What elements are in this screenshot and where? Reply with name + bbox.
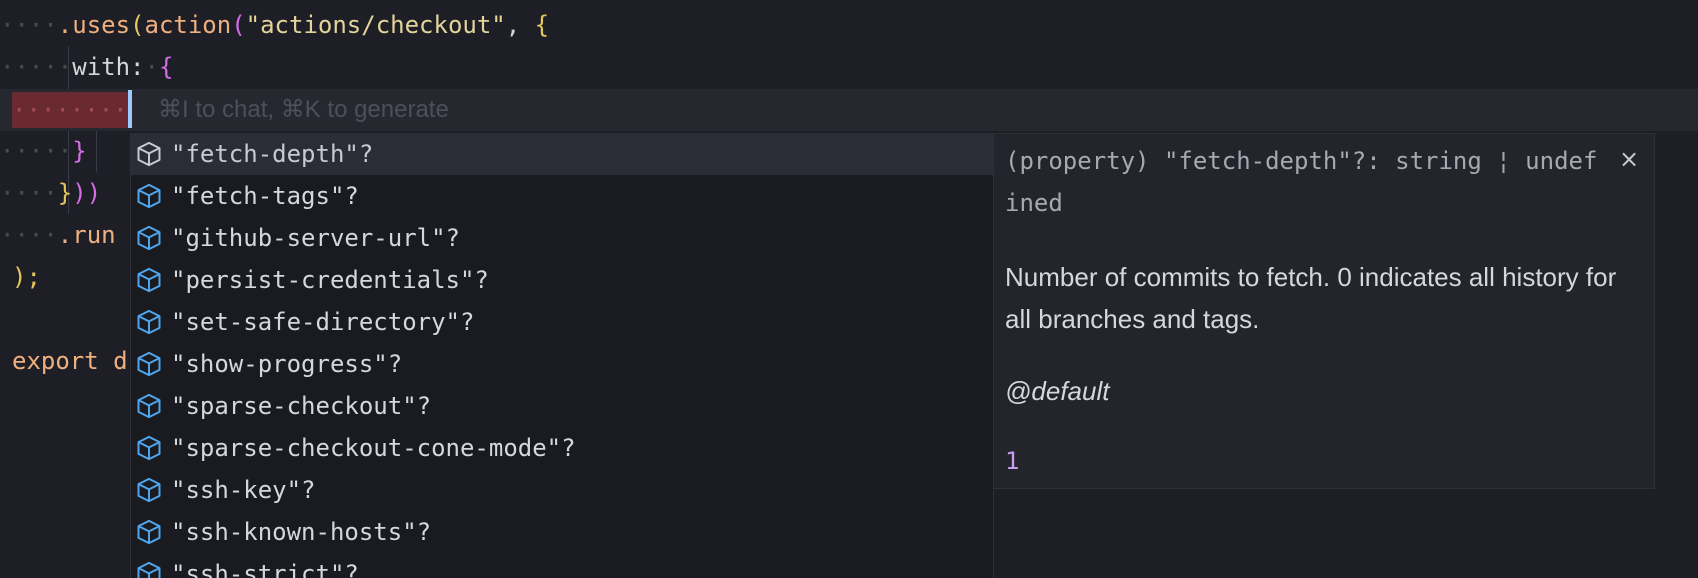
cube-icon xyxy=(135,560,163,578)
cube-icon xyxy=(135,266,163,294)
code-line-7[interactable]: ); xyxy=(12,256,41,298)
punctuation: , xyxy=(505,11,535,39)
cube-icon xyxy=(135,182,163,210)
suggestion-item[interactable]: "github-server-url"? xyxy=(131,217,993,259)
close-icon[interactable]: × xyxy=(1614,144,1644,174)
autocomplete-list[interactable]: "fetch-depth"? "fetch-tags"? "github-serve… xyxy=(130,133,994,578)
suggestion-item[interactable]: "persist-credentials"? xyxy=(131,259,993,301)
identifier: d xyxy=(98,347,128,375)
cube-icon xyxy=(135,224,163,252)
suggestion-label: "ssh-strict"? xyxy=(171,560,359,578)
property-key: with: xyxy=(72,53,145,81)
suggestion-label: "set-safe-directory"? xyxy=(171,308,475,336)
suggestion-label: "ssh-known-hosts"? xyxy=(171,518,432,546)
cube-icon xyxy=(135,392,163,420)
whitespace-dots: ···· xyxy=(0,179,58,207)
bracket: )) xyxy=(72,179,102,207)
cube-icon xyxy=(135,518,163,546)
suggestion-details-panel: (property) "fetch-depth"?: string ¦ unde… xyxy=(993,133,1655,489)
bracket: } xyxy=(72,137,87,165)
keyword: export xyxy=(12,347,99,375)
suggestion-label: "sparse-checkout"? xyxy=(171,392,432,420)
cube-icon xyxy=(135,476,163,504)
string-literal: "actions/checkout" xyxy=(245,11,506,39)
bracket: { xyxy=(158,53,174,81)
cube-icon xyxy=(135,434,163,462)
suggestion-item[interactable]: "fetch-tags"? xyxy=(131,175,993,217)
code-line-1[interactable]: ····.uses(action("actions/checkout", { xyxy=(0,4,549,46)
suggestion-item[interactable]: "show-progress"? xyxy=(131,343,993,385)
suggestion-label: "fetch-tags"? xyxy=(171,182,359,210)
property-description: Number of commits to fetch. 0 indicates … xyxy=(1005,262,1617,334)
jsdoc-tag: @default xyxy=(1005,376,1110,406)
whitespace-dots: ···· xyxy=(0,11,58,39)
whitespace-dots: ····· xyxy=(0,137,73,165)
bracket: { xyxy=(534,11,550,39)
code-editor[interactable]: ····.uses(action("actions/checkout", { ·… xyxy=(0,0,1698,578)
whitespace-dots: · xyxy=(144,53,159,81)
suggestion-label: "ssh-key"? xyxy=(171,476,316,504)
method-name: .run xyxy=(57,221,116,249)
suggestion-item[interactable]: "sparse-checkout"? xyxy=(131,385,993,427)
suggestion-item[interactable]: "sparse-checkout-cone-mode"? xyxy=(131,427,993,469)
bracket: ); xyxy=(12,263,41,291)
code-line-6[interactable]: ····.run xyxy=(0,214,116,256)
text-cursor xyxy=(128,90,132,128)
whitespace-dots: ········ xyxy=(12,96,128,124)
code-line-9[interactable]: export d xyxy=(12,340,128,382)
cube-icon xyxy=(135,350,163,378)
bracket: } xyxy=(57,179,73,207)
ai-hint-text: ⌘I to chat, ⌘K to generate xyxy=(158,96,449,123)
suggestion-label: "fetch-depth"? xyxy=(171,140,374,168)
suggestion-label: "sparse-checkout-cone-mode"? xyxy=(171,434,576,462)
whitespace-dots: ···· xyxy=(0,221,58,249)
suggestion-label: "show-progress"? xyxy=(171,350,403,378)
function-name: action xyxy=(144,11,232,39)
suggestion-label: "github-server-url"? xyxy=(171,224,460,252)
suggestion-item[interactable]: "ssh-key"? xyxy=(131,469,993,511)
cube-icon xyxy=(135,308,163,336)
suggestion-item[interactable]: "ssh-strict"? xyxy=(131,553,993,578)
code-line-5[interactable]: ····})) xyxy=(0,172,101,214)
method-name: .uses xyxy=(57,11,131,39)
code-line-4[interactable]: ·····} xyxy=(0,130,87,172)
suggestion-item[interactable]: "set-safe-directory"? xyxy=(131,301,993,343)
cube-icon xyxy=(135,140,163,168)
type-signature: (property) "fetch-depth"?: string ¦ unde… xyxy=(1005,147,1598,217)
suggestion-label: "persist-credentials"? xyxy=(171,266,489,294)
code-line-2[interactable]: ·····with:·{ xyxy=(0,46,173,88)
suggestion-item[interactable]: "fetch-depth"? xyxy=(131,133,993,175)
suggestion-item[interactable]: "ssh-known-hosts"? xyxy=(131,511,993,553)
bracket: ( xyxy=(231,11,246,39)
bracket: ( xyxy=(130,11,145,39)
default-value: 1 xyxy=(1005,447,1020,475)
whitespace-dots: ····· xyxy=(0,53,73,81)
